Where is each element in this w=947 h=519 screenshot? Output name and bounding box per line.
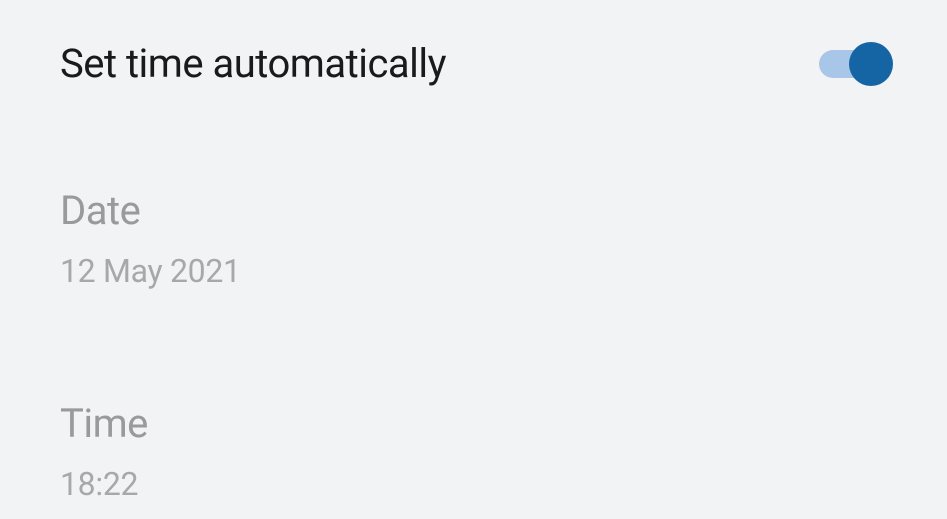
set-time-auto-row[interactable]: Set time automatically: [60, 40, 887, 87]
set-time-auto-label: Set time automatically: [60, 40, 446, 87]
time-row: Time 18:22: [60, 400, 887, 503]
time-label: Time: [60, 400, 887, 447]
date-label: Date: [60, 187, 887, 234]
date-row: Date 12 May 2021: [60, 187, 887, 290]
toggle-thumb: [849, 42, 893, 86]
time-value: 18:22: [60, 465, 887, 503]
set-time-auto-toggle[interactable]: [819, 50, 887, 78]
date-value: 12 May 2021: [60, 252, 887, 290]
